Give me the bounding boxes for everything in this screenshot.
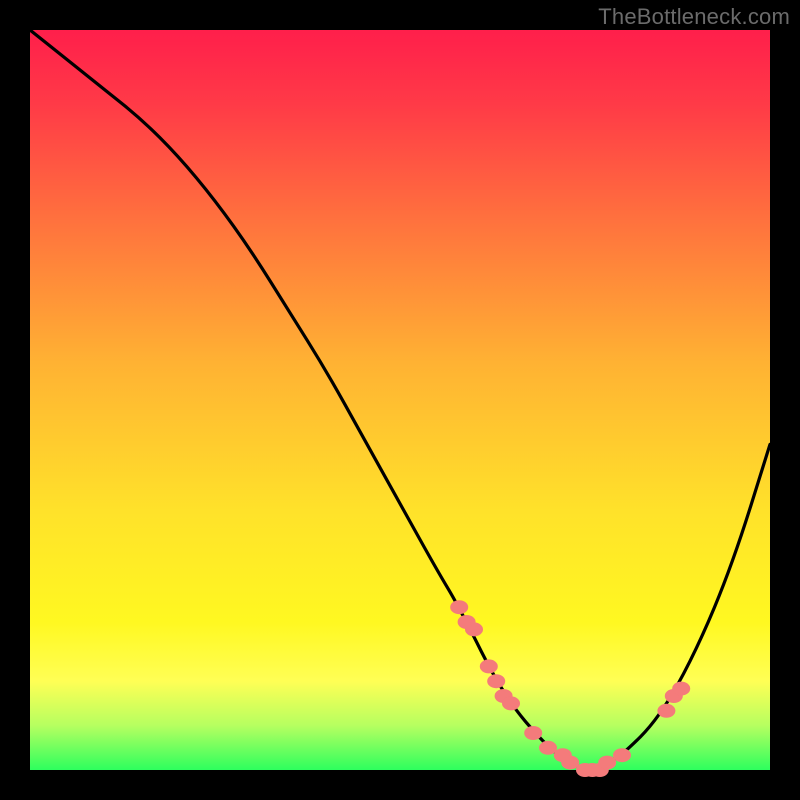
highlight-dot [502,696,520,710]
highlight-dot [465,622,483,636]
highlight-dot [487,674,505,688]
highlight-dot [524,726,542,740]
highlight-dot [539,741,557,755]
bottleneck-curve [30,30,770,768]
highlight-dot [480,659,498,673]
highlight-dot [561,756,579,770]
highlight-dot [450,600,468,614]
highlight-dot [672,682,690,696]
highlight-dot [598,756,616,770]
highlight-dot [613,748,631,762]
watermark-text: TheBottleneck.com [598,4,790,30]
chart-frame: TheBottleneck.com [0,0,800,800]
plot-area [30,30,770,770]
highlight-dots-group [450,600,690,777]
highlight-dot [657,704,675,718]
chart-svg [30,30,770,770]
